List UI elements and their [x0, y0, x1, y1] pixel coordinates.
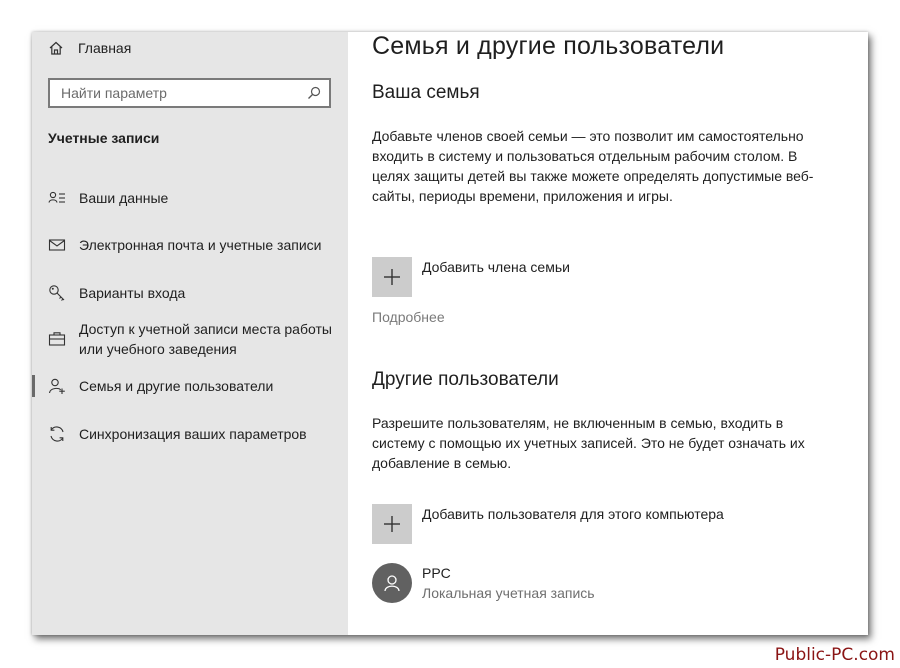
sidebar-item-label: Доступ к учетной записи места работы или…	[79, 321, 332, 357]
other-users-description: Разрешите пользователям, не включенным в…	[372, 415, 805, 471]
plus-icon	[384, 516, 400, 532]
settings-window: Главная Учетные записи Ваши данные	[32, 32, 868, 635]
user-account-row[interactable]: PPC Локальная учетная запись	[372, 563, 595, 603]
watermark: Public-PC.com	[774, 645, 895, 665]
key-icon	[48, 284, 66, 302]
learn-more-link[interactable]: Подробнее	[372, 309, 445, 325]
sidebar-item-label: Варианты входа	[79, 285, 186, 301]
sidebar-item-label: Семья и другие пользователи	[79, 378, 274, 394]
sidebar-item-sign-in-options[interactable]: Варианты входа	[32, 283, 348, 303]
sidebar-item-label: Электронная почта и учетные записи	[79, 237, 322, 253]
family-heading: Ваша семья	[372, 82, 480, 103]
sidebar-item-email-accounts[interactable]: Электронная почта и учетные записи	[32, 235, 348, 255]
avatar	[372, 563, 412, 603]
home-label: Главная	[78, 40, 132, 56]
family-description: Добавьте членов своей семьи — это позвол…	[372, 128, 814, 204]
add-tile[interactable]	[372, 257, 412, 297]
mail-icon	[48, 236, 66, 254]
main-content: Семья и другие пользователи Ваша семья Д…	[348, 32, 868, 635]
search-icon[interactable]	[307, 86, 321, 100]
add-other-user-button[interactable]: Добавить пользователя для этого компьюте…	[372, 504, 724, 544]
search-input[interactable]	[61, 85, 307, 101]
add-family-member-label: Добавить члена семьи	[422, 259, 570, 275]
add-family-member-button[interactable]: Добавить члена семьи	[372, 257, 570, 297]
home-icon	[49, 41, 63, 55]
search-box[interactable]	[48, 78, 331, 108]
user-account-type: Локальная учетная запись	[422, 584, 595, 601]
sidebar-section-title: Учетные записи	[48, 130, 160, 146]
add-tile[interactable]	[372, 504, 412, 544]
sidebar-item-label: Синхронизация ваших параметров	[79, 426, 307, 442]
sidebar-item-work-access[interactable]: Доступ к учетной записи места работы или…	[32, 319, 348, 359]
sidebar: Главная Учетные записи Ваши данные	[32, 32, 348, 635]
sidebar-item-label: Ваши данные	[79, 190, 169, 206]
sidebar-item-family-other-users[interactable]: Семья и другие пользователи	[32, 375, 348, 397]
sidebar-item-your-info[interactable]: Ваши данные	[32, 188, 348, 208]
person-card-icon	[48, 189, 66, 207]
home-nav-item[interactable]: Главная	[48, 38, 131, 58]
sidebar-item-sync-settings[interactable]: Синхронизация ваших параметров	[32, 424, 348, 444]
add-other-user-label: Добавить пользователя для этого компьюте…	[422, 506, 724, 522]
page-title: Семья и другие пользователи	[372, 32, 725, 60]
sync-icon	[48, 425, 66, 443]
other-users-heading: Другие пользователи	[372, 369, 559, 390]
user-name: PPC	[422, 564, 451, 581]
briefcase-icon	[48, 330, 66, 348]
user-icon	[384, 575, 400, 592]
plus-icon	[384, 269, 400, 285]
person-add-icon	[48, 377, 66, 395]
